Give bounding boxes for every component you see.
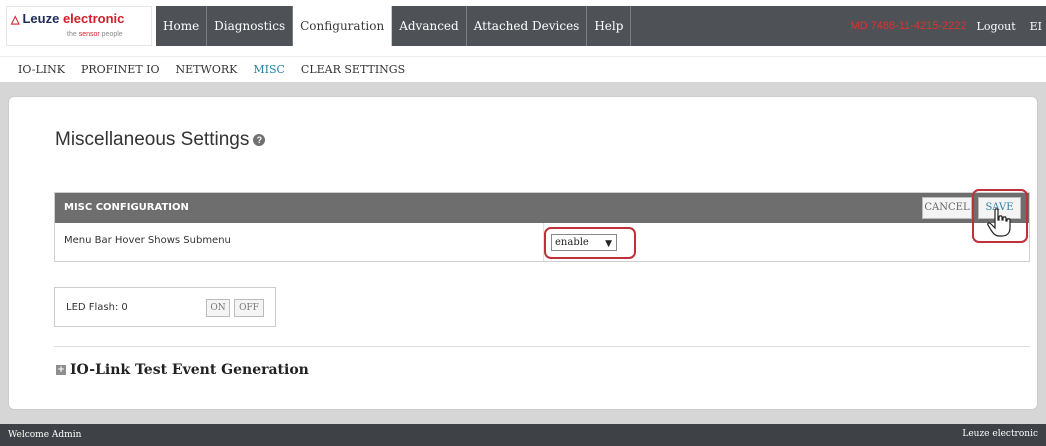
language-button[interactable]: EI [1026, 20, 1046, 33]
nav-tab-attached-devices[interactable]: Attached Devices [467, 6, 588, 46]
led-on-button[interactable]: ON [206, 299, 230, 317]
led-flash-value: 0 [121, 302, 128, 313]
section-divider [54, 346, 1030, 347]
content-panel: Miscellaneous Settings? MISC CONFIGURATI… [8, 96, 1038, 410]
nav-tab-help[interactable]: Help [587, 6, 632, 46]
subnav-misc[interactable]: MISC [253, 63, 285, 76]
chevron-down-icon: ▼ [605, 239, 612, 249]
led-off-button[interactable]: OFF [234, 299, 264, 317]
menu-hover-label: Menu Bar Hover Shows Submenu [64, 235, 231, 246]
brand-name: △ Leuze electronic [11, 11, 125, 26]
nav-tab-home[interactable]: Home [156, 6, 208, 46]
subnav-network[interactable]: NETWORK [176, 63, 238, 76]
misc-configuration-title: MISC CONFIGURATION [64, 202, 189, 213]
io-link-event-toggle[interactable]: + IO-Link Test Event Generation [56, 362, 309, 378]
menu-hover-select[interactable]: enable ▼ [551, 234, 617, 251]
nav-tab-diagnostics[interactable]: Diagnostics [207, 6, 294, 46]
welcome-text: Welcome Admin [8, 430, 82, 440]
device-id: MD 7488-11-4215-2222 [850, 20, 967, 32]
nav-right-area: MD 7488-11-4215-2222 Logout EI [851, 6, 1046, 46]
led-flash-label: LED Flash: 0 [66, 302, 128, 313]
logout-link[interactable]: Logout [977, 20, 1016, 33]
page-title: Miscellaneous Settings? [55, 129, 266, 151]
brand-tagline: the sensor people [67, 31, 123, 38]
misc-configuration-header: MISC CONFIGURATION CANCEL SAVE [55, 193, 1029, 223]
expand-plus-icon: + [56, 365, 66, 375]
led-flash-box: LED Flash: 0 ON OFF [54, 287, 276, 327]
subnav-profinet-io[interactable]: PROFINET IO [81, 63, 160, 76]
sub-nav: IO-LINK PROFINET IO NETWORK MISC CLEAR S… [0, 56, 1046, 82]
misc-configuration-table: MISC CONFIGURATION CANCEL SAVE Menu Bar … [54, 189, 1030, 262]
logo-triangle-icon: △ [11, 14, 20, 26]
io-link-event-title: IO-Link Test Event Generation [70, 362, 309, 378]
row-divider [543, 223, 544, 261]
subnav-clear-settings[interactable]: CLEAR SETTINGS [301, 63, 405, 76]
footer-brand: Leuze electronic [962, 429, 1038, 439]
top-bar: △ Leuze electronic the sensor people Home… [0, 0, 1046, 56]
footer-bar: Welcome Admin Leuze electronic [0, 424, 1046, 446]
subnav-io-link[interactable]: IO-LINK [18, 63, 65, 76]
cancel-button[interactable]: CANCEL [922, 197, 972, 219]
nav-tab-configuration[interactable]: Configuration [293, 6, 393, 46]
nav-tab-advanced[interactable]: Advanced [392, 6, 467, 46]
brand-logo[interactable]: △ Leuze electronic the sensor people [6, 6, 152, 46]
main-nav: Home Diagnostics Configuration Advanced … [156, 6, 1046, 46]
help-icon[interactable]: ? [253, 133, 266, 146]
menu-hover-row: Menu Bar Hover Shows Submenu enable ▼ [55, 223, 1029, 261]
